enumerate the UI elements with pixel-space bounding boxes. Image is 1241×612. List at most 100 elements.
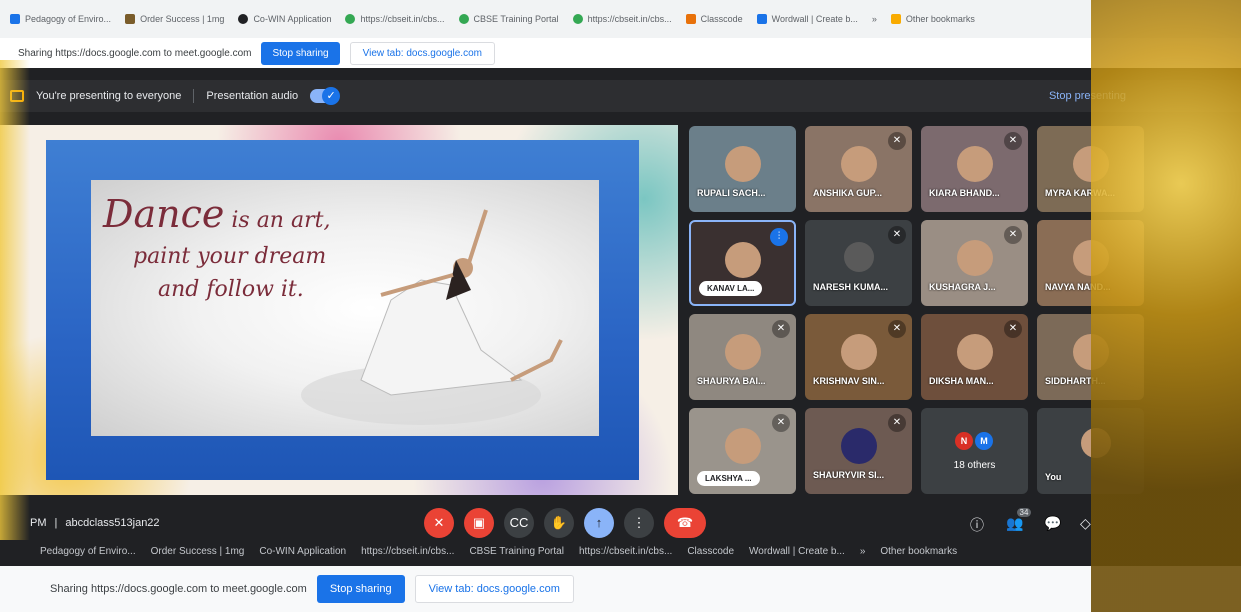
dancer-illustration — [301, 209, 563, 425]
view-tab-button[interactable]: View tab: docs.google.com — [414, 575, 574, 603]
captions-button[interactable]: CC — [504, 508, 534, 538]
raise-hand-button[interactable]: ✋ — [544, 508, 574, 538]
meet-control-bar: PM | abcdclass513jan22 ✕ ▣ CC ✋ ↑ ⋮ ☎ ⓘ … — [0, 505, 1241, 541]
bookmark-label: Wordwall | Create b... — [771, 14, 858, 24]
slide-background: Dance is an art, paint your dream and fo… — [46, 140, 639, 480]
more-options-button[interactable]: ⋮ — [624, 508, 654, 538]
participant-tile[interactable]: ✕ LAKSHYA ... — [689, 408, 796, 494]
participant-video — [840, 428, 877, 464]
participant-name: MYRA KARWA... — [1045, 188, 1116, 198]
participant-tile[interactable]: NAVYA NAND... — [1037, 220, 1144, 306]
sharing-bar: Sharing https://docs.google.com to meet.… — [0, 38, 1241, 68]
divider — [193, 89, 195, 103]
bookmark-1[interactable]: Pedagogy of Enviro... — [10, 14, 111, 24]
participant-video — [956, 334, 993, 370]
participant-name: SHAURYA BAI... — [697, 376, 766, 386]
bookmark-label[interactable]: Other bookmarks — [880, 546, 957, 557]
participant-tile[interactable]: ✕ KIARA BHAND... — [921, 126, 1028, 212]
participant-name: KRISHNAV SIN... — [813, 376, 885, 386]
bookmark-7[interactable]: Classcode — [685, 14, 743, 24]
meeting-info: PM | abcdclass513jan22 — [30, 517, 160, 529]
other-bookmarks[interactable]: Other bookmarks — [890, 14, 975, 24]
divider: | — [54, 517, 58, 529]
participant-tile[interactable]: ✕ NARESH KUMA... — [805, 220, 912, 306]
participant-name: KANAV LA... — [699, 281, 763, 296]
bookmark-6[interactable]: https://cbseit.in/cbs... — [572, 14, 672, 24]
participant-tile[interactable]: ✕ SHAURYA BAI... — [689, 314, 796, 400]
present-button[interactable]: ↑ — [584, 508, 614, 538]
bookmark-icon — [125, 14, 136, 24]
folder-icon — [890, 14, 901, 24]
mic-off-icon: ✕ — [888, 414, 906, 432]
avatar: M — [975, 432, 993, 450]
people-count-badge: 34 — [1016, 508, 1032, 517]
bookmark-icon — [756, 14, 767, 24]
mic-off-button[interactable]: ✕ — [424, 508, 454, 538]
self-avatar — [1080, 428, 1111, 458]
participant-tile[interactable]: ✕ DIKSHA MAN... — [921, 314, 1028, 400]
bookmark-label[interactable]: Wordwall | Create b... — [749, 546, 845, 557]
bookmark-2[interactable]: Order Success | 1mg — [125, 14, 224, 24]
bookmark-label: CBSE Training Portal — [473, 14, 559, 24]
bookmark-5[interactable]: CBSE Training Portal — [458, 14, 559, 24]
more-bookmarks-label: » — [871, 14, 877, 24]
stop-sharing-button[interactable]: Stop sharing — [316, 575, 405, 603]
bookmark-label[interactable]: » — [860, 546, 866, 557]
bookmark-8[interactable]: Wordwall | Create b... — [756, 14, 858, 24]
participant-tile[interactable]: ⫶ KANAV LA... — [689, 220, 796, 306]
others-avatars: N M — [955, 432, 993, 450]
mic-off-icon: ✕ — [888, 320, 906, 338]
participant-tile[interactable]: ✕ SHAURYVIR SI... — [805, 408, 912, 494]
presentation-audio-toggle[interactable]: ✓ — [310, 87, 341, 105]
participant-name: KIARA BHAND... — [929, 188, 1000, 198]
bookmark-label[interactable]: Order Success | 1mg — [151, 546, 245, 557]
participant-avatar — [843, 242, 874, 272]
bookmark-label: https://cbseit.in/cbs... — [360, 14, 445, 24]
self-tile[interactable]: You — [1037, 408, 1144, 494]
check-icon: ✓ — [322, 87, 341, 105]
bookmark-icon — [238, 14, 249, 24]
others-tile[interactable]: N M 18 others — [921, 408, 1028, 494]
bookmark-label[interactable]: https://cbseit.in/cbs... — [361, 546, 454, 557]
participant-tile[interactable]: ✕ KUSHAGRA J... — [921, 220, 1028, 306]
participant-tile[interactable]: MYRA KARWA... — [1037, 126, 1144, 212]
people-icon[interactable]: 👥 34 — [1006, 508, 1032, 532]
bookmark-label: Other bookmarks — [905, 14, 975, 24]
presentation-audio-label: Presentation audio — [206, 90, 299, 102]
view-tab-button[interactable]: View tab: docs.google.com — [349, 41, 495, 65]
sharing-text: Sharing https://docs.google.com to meet.… — [18, 47, 252, 59]
participant-video — [840, 334, 877, 370]
bookmark-label[interactable]: https://cbseit.in/cbs... — [579, 546, 672, 557]
camera-off-button[interactable]: ▣ — [464, 508, 494, 538]
bookmark-icon — [345, 14, 356, 24]
mic-off-icon: ✕ — [772, 414, 790, 432]
stop-sharing-button[interactable]: Stop sharing — [261, 41, 340, 65]
participant-name: SIDDHARTH... — [1045, 376, 1106, 386]
bookmark-label[interactable]: Co-WIN Application — [259, 546, 346, 557]
participant-video — [1072, 146, 1109, 182]
meeting-details-icon[interactable]: ⓘ — [970, 515, 984, 535]
bookmark-label[interactable]: CBSE Training Portal — [469, 546, 564, 557]
participant-tile[interactable]: SIDDHARTH... — [1037, 314, 1144, 400]
end-call-button[interactable]: ☎ — [664, 508, 706, 538]
bookmark-label: Co-WIN Application — [253, 14, 332, 24]
bookmark-label: Classcode — [700, 14, 743, 24]
bookmark-3[interactable]: Co-WIN Application — [238, 14, 331, 24]
bookmark-4[interactable]: https://cbseit.in/cbs... — [345, 14, 445, 24]
participant-name: NARESH KUMA... — [813, 282, 889, 292]
sharing-bar-reflection: Sharing https://docs.google.com to meet.… — [0, 566, 1241, 612]
participant-tile[interactable]: RUPALI SACH... — [689, 126, 796, 212]
participant-name: KUSHAGRA J... — [929, 282, 996, 292]
participant-video — [1072, 240, 1109, 276]
bookmark-icon — [685, 14, 696, 24]
speaking-indicator-icon: ⫶ — [770, 228, 788, 246]
more-bookmarks-button[interactable]: » — [872, 14, 877, 24]
stop-presenting-button[interactable]: Stop presenting — [1049, 90, 1126, 102]
mic-off-icon: ✕ — [1004, 320, 1022, 338]
bookmark-label[interactable]: Classcode — [687, 546, 734, 557]
chat-icon[interactable]: 💬 — [1044, 515, 1061, 532]
participant-tile[interactable]: ✕ KRISHNAV SIN... — [805, 314, 912, 400]
participant-tile[interactable]: ✕ ANSHIKA GUP... — [805, 126, 912, 212]
bookmark-label[interactable]: Pedagogy of Enviro... — [40, 546, 136, 557]
activities-icon[interactable]: ◇ — [1080, 515, 1091, 532]
